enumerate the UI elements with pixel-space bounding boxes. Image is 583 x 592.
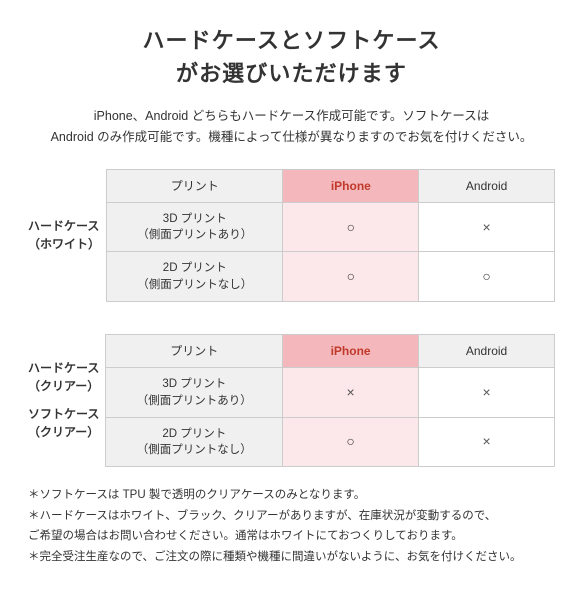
table1-col-iphone: iPhone xyxy=(283,169,419,203)
table2-row2-label-line2: （側面プリントなし） xyxy=(137,444,252,456)
table2-row2-label-line1: 2D プリント xyxy=(162,428,226,440)
table1-row2-label-line1: 2D プリント xyxy=(163,262,227,274)
table2-row2-iphone: ○ xyxy=(283,417,419,466)
table2-col-android: Android xyxy=(419,334,555,368)
page-title: ハードケースとソフトケース がお選びいただけます xyxy=(28,24,555,90)
note-1: ソフトケースは TPU 製で透明のクリアケースのみとなります。 xyxy=(28,485,555,506)
table2-row1-iphone: × xyxy=(283,368,419,417)
table1-col-android: Android xyxy=(419,169,555,203)
table2-header1-line1: ハードケース xyxy=(28,359,99,377)
table1-header-line1: ハードケース xyxy=(28,217,100,235)
table1-row-header: ハードケース （ホワイト） xyxy=(28,169,106,302)
table2-col-iphone: iPhone xyxy=(283,334,419,368)
table2-row1-label: 3D プリント （側面プリントあり） xyxy=(106,368,283,417)
table1-row1-iphone: ○ xyxy=(283,203,419,252)
table1-section: ハードケース （ホワイト） プリント iPhone Android 3D プリン… xyxy=(28,169,555,302)
table2-row-header: ハードケース （クリアー） ソフトケース （クリアー） xyxy=(28,334,105,467)
table1-row2-android: ○ xyxy=(419,252,555,301)
table2-row2-label: 2D プリント （側面プリントなし） xyxy=(106,417,283,466)
table1-row1-label: 3D プリント （側面プリントあり） xyxy=(107,203,283,252)
note-3: 完全受注生産なので、ご注文の際に種類や機種に間違いがないように、お気を付けくださ… xyxy=(28,547,555,568)
table-row: 3D プリント （側面プリントあり） ○ × xyxy=(107,203,555,252)
table-row: 2D プリント （側面プリントなし） ○ × xyxy=(106,417,555,466)
table2-header-group1: ハードケース （クリアー） xyxy=(28,359,99,395)
table2-header1-line2: （クリアー） xyxy=(28,377,99,395)
note-2: ハードケースはホワイト、ブラック、クリアーがありますが、在庫状況が変動するので、… xyxy=(28,506,555,547)
table1: プリント iPhone Android 3D プリント （側面プリントあり） ○… xyxy=(106,169,555,302)
table2-row2-android: × xyxy=(419,417,555,466)
title-line1: ハードケースとソフトケース xyxy=(142,28,440,53)
table1-row1-label-line1: 3D プリント xyxy=(163,213,227,225)
table-row: 3D プリント （側面プリントあり） × × xyxy=(106,368,555,417)
description-text: iPhone、Android どちらもハードケース作成可能です。ソフトケースは … xyxy=(28,106,555,149)
notes-section: ソフトケースは TPU 製で透明のクリアケースのみとなります。 ハードケースはホ… xyxy=(28,485,555,568)
table2-row1-label-line1: 3D プリント xyxy=(162,378,226,390)
description-content: iPhone、Android どちらもハードケース作成可能です。ソフトケースは … xyxy=(51,109,533,144)
title-line2: がお選びいただけます xyxy=(176,61,407,86)
table2-section: ハードケース （クリアー） ソフトケース （クリアー） プリント iPhone … xyxy=(28,334,555,467)
table1-header-line2: （ホワイト） xyxy=(28,235,100,253)
table2: プリント iPhone Android 3D プリント （側面プリントあり） ×… xyxy=(105,334,555,467)
table1-row1-label-line2: （側面プリントあり） xyxy=(137,229,252,241)
table2-header-group2: ソフトケース （クリアー） xyxy=(28,405,99,441)
table1-row1-android: × xyxy=(419,203,555,252)
table2-header2-line2: （クリアー） xyxy=(28,423,99,441)
table2-row1-android: × xyxy=(419,368,555,417)
table2-col-print: プリント xyxy=(106,334,283,368)
table2-row1-label-line2: （側面プリントあり） xyxy=(137,395,252,407)
table1-row2-label-line2: （側面プリントなし） xyxy=(137,279,252,291)
table1-row2-iphone: ○ xyxy=(283,252,419,301)
table-row: 2D プリント （側面プリントなし） ○ ○ xyxy=(107,252,555,301)
table2-header2-line1: ソフトケース xyxy=(28,405,99,423)
table1-col-print: プリント xyxy=(107,169,283,203)
table1-row2-label: 2D プリント （側面プリントなし） xyxy=(107,252,283,301)
